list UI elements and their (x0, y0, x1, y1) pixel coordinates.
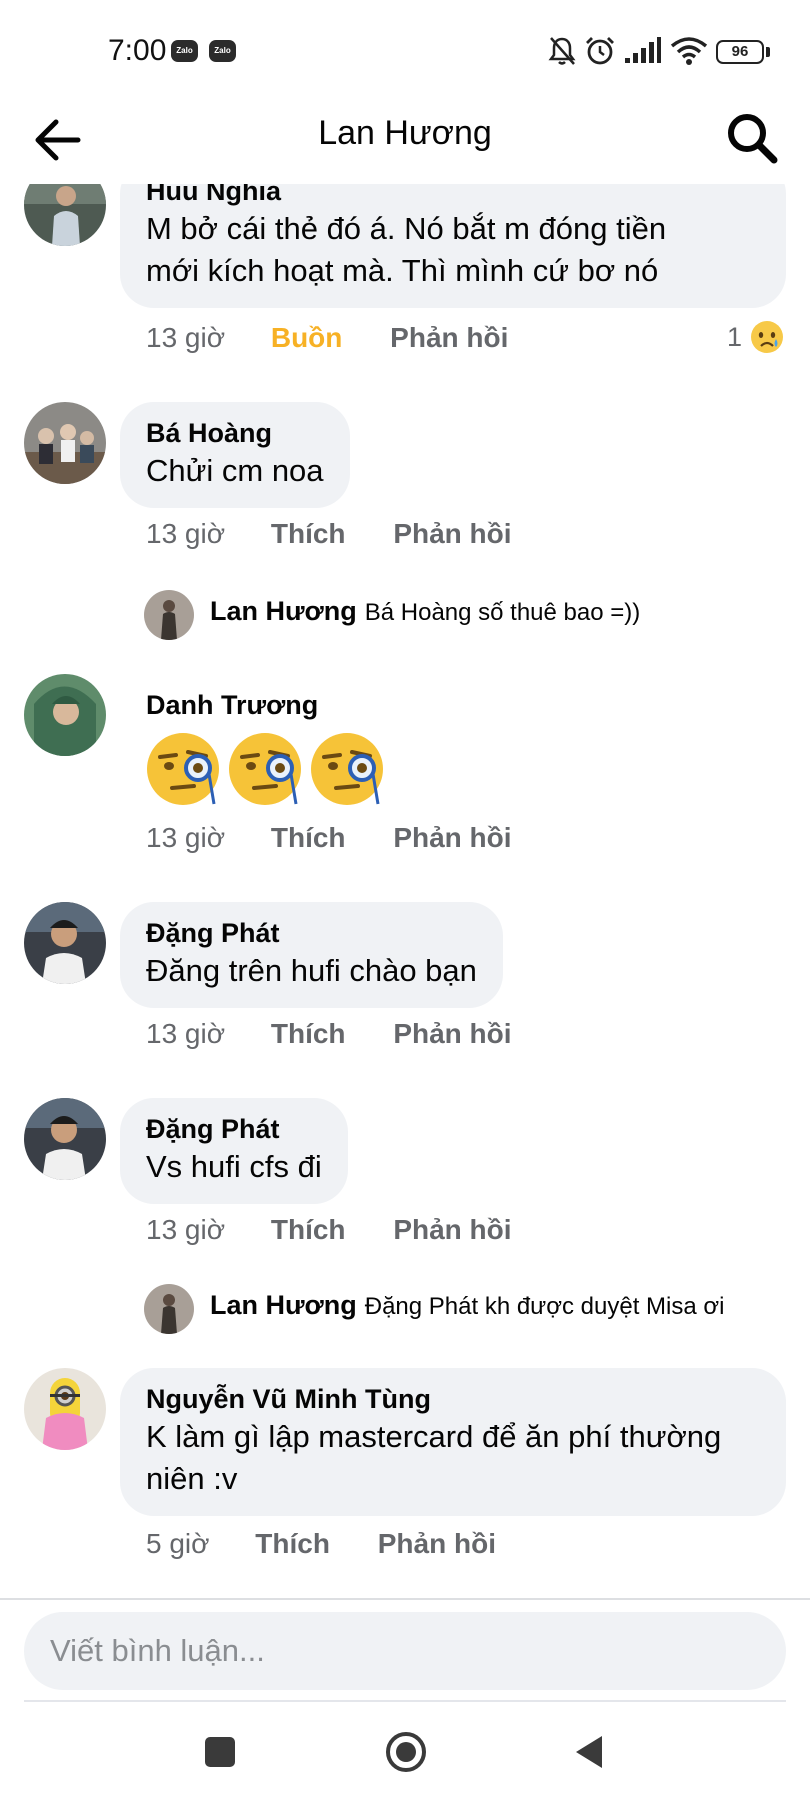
monocle-face-emoji-icon (229, 733, 301, 805)
emoji-comment (146, 730, 388, 808)
system-nav-bar (0, 1702, 810, 1800)
comment-text: niên :v (146, 1461, 238, 1496)
monocle-face-emoji-icon (311, 733, 383, 805)
wifi-icon (670, 37, 708, 65)
avatar[interactable] (24, 674, 106, 756)
comment-input[interactable] (50, 1612, 750, 1690)
composer-divider (0, 1598, 810, 1600)
reply-author[interactable]: Lan Hương (210, 596, 357, 626)
comment-actions: 13 giờ Thích Phản hồi (146, 1214, 512, 1246)
like-button[interactable]: Thích (271, 518, 346, 550)
avatar[interactable] (144, 1284, 194, 1334)
comment-bubble[interactable]: Nguyễn Vũ Minh Tùng K làm gì lập masterc… (120, 1368, 786, 1516)
battery-indicator: 96 (716, 40, 764, 64)
reply-author[interactable]: Lan Hương (210, 1290, 357, 1320)
commenter-name[interactable]: Nguyễn Vũ Minh Tùng (146, 1382, 760, 1416)
reply-text: Đặng Phát kh được duyệt Misa ơi (364, 1293, 725, 1320)
reaction-count: 1 (726, 321, 742, 352)
reply-button[interactable]: Phản hồi (393, 1018, 511, 1050)
zalo-notification-icon: Zalo (209, 40, 236, 62)
comment-time: 5 giờ (146, 1528, 210, 1559)
comment-text: K làm gì lập mastercard để ăn phí thường (146, 1419, 722, 1454)
comment-text: Chửi cm noa (146, 453, 324, 488)
commenter-name[interactable]: Huu Nghia (146, 184, 760, 208)
reply-button[interactable]: Phản hồi (390, 322, 508, 354)
avatar[interactable] (144, 590, 194, 640)
like-button[interactable]: Thích (255, 1528, 330, 1560)
comment-bubble[interactable]: Danh Trương (120, 674, 344, 722)
page-title: Lan Hương (318, 114, 492, 152)
like-button[interactable]: Thích (271, 822, 346, 854)
commenter-name[interactable]: Đặng Phát (146, 916, 477, 950)
reply-text: Bá Hoàng số thuê bao =)) (364, 599, 641, 626)
app-header: Lan Hương (0, 100, 810, 184)
commenter-name[interactable]: Đặng Phát (146, 1112, 322, 1146)
avatar[interactable] (24, 184, 106, 246)
reply-button[interactable]: Phản hồi (393, 1214, 511, 1246)
home-circle-icon[interactable] (382, 1728, 430, 1776)
comment-bubble[interactable]: Huu Nghia M bở cái thẻ đó á. Nó bắt m đó… (120, 184, 786, 308)
avatar[interactable] (24, 1098, 106, 1180)
comment-text: Đăng trên hufi chào bạn (146, 953, 477, 988)
comment-time: 13 giờ (146, 322, 226, 353)
reaction-button[interactable]: Buồn (271, 322, 343, 354)
comment-text: M bở cái thẻ đó á. Nó bắt m đóng tiền (146, 211, 667, 246)
comment-time: 13 giờ (146, 822, 226, 853)
status-bar: 7:00 Zalo Zalo 96 (0, 0, 810, 100)
commenter-name[interactable]: Danh Trương (146, 688, 318, 722)
zalo-notification-icon: Zalo (171, 40, 198, 62)
reply-button[interactable]: Phản hồi (378, 1528, 496, 1560)
alarm-icon (586, 37, 614, 65)
like-button[interactable]: Thích (271, 1214, 346, 1246)
comment-actions: 13 giờ Thích Phản hồi (146, 822, 512, 854)
comment-time: 13 giờ (146, 1214, 226, 1245)
comment-text: Vs hufi cfs đi (146, 1149, 322, 1184)
reply-button[interactable]: Phản hồi (393, 822, 511, 854)
comment-actions: 13 giờ Thích Phản hồi (146, 1018, 512, 1050)
bell-muted-icon (548, 37, 576, 65)
comment-time: 13 giờ (146, 1018, 226, 1049)
comment-composer[interactable] (24, 1612, 786, 1690)
signal-icon (625, 37, 661, 63)
battery-tip (766, 47, 770, 57)
comment-bubble[interactable]: Đặng Phát Đăng trên hufi chào bạn (120, 902, 503, 1008)
comment-list[interactable]: Huu Nghia M bở cái thẻ đó á. Nó bắt m đó… (0, 184, 810, 1598)
recents-square-icon[interactable] (196, 1728, 244, 1776)
monocle-face-emoji-icon (147, 733, 219, 805)
avatar[interactable] (24, 402, 106, 484)
comment-time: 13 giờ (146, 518, 226, 549)
comment-bubble[interactable]: Bá Hoàng Chửi cm noa (120, 402, 350, 508)
search-icon[interactable] (724, 110, 782, 168)
avatar[interactable] (24, 902, 106, 984)
comment-actions: 13 giờ Buồn Phản hồi (146, 322, 508, 354)
comment-actions: 13 giờ Thích Phản hồi (146, 518, 512, 550)
reply-button[interactable]: Phản hồi (393, 518, 511, 550)
sad-emoji-icon (751, 321, 783, 353)
avatar[interactable] (24, 1368, 106, 1450)
like-button[interactable]: Thích (271, 1018, 346, 1050)
comment-text: mới kích hoạt mà. Thì mình cứ bơ nó (146, 253, 659, 288)
comment-bubble[interactable]: Đặng Phát Vs hufi cfs đi (120, 1098, 348, 1204)
reply-preview[interactable]: Lan Hương Bá Hoàng số thuê bao =)) (210, 596, 640, 627)
comment-actions: 5 giờ Thích Phản hồi (146, 1528, 496, 1560)
commenter-name[interactable]: Bá Hoàng (146, 416, 324, 450)
status-time: 7:00 (108, 34, 167, 67)
reply-preview[interactable]: Lan Hương Đặng Phát kh được duyệt Misa ơi (210, 1290, 724, 1321)
back-triangle-icon[interactable] (566, 1728, 614, 1776)
reaction-summary[interactable]: 1 (727, 320, 784, 354)
